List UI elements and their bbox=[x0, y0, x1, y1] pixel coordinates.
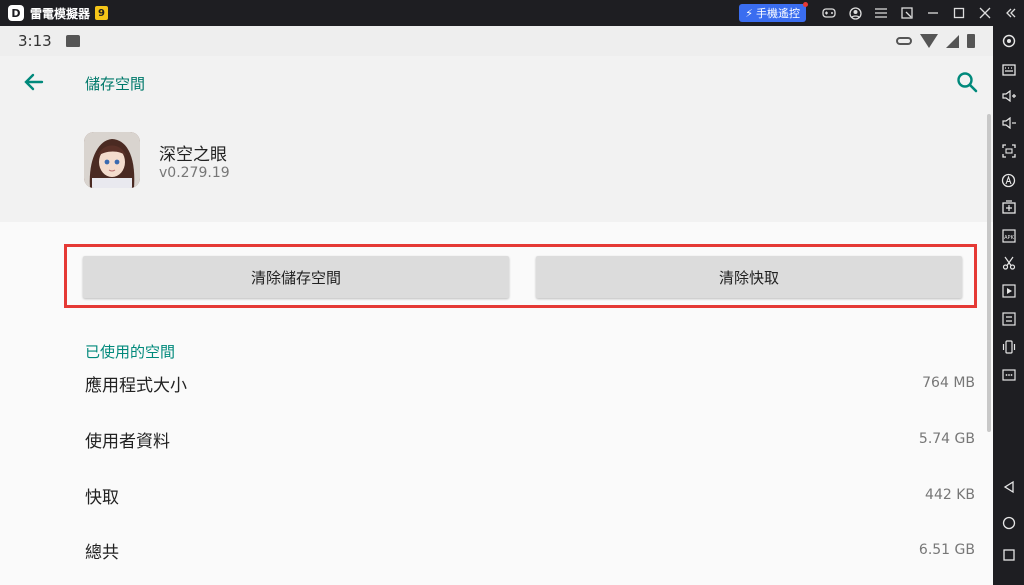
video-record-icon[interactable] bbox=[993, 280, 1024, 302]
usage-row-label: 應用程式大小 bbox=[85, 375, 187, 396]
close-icon[interactable] bbox=[972, 0, 998, 26]
clear-cache-button[interactable]: 清除快取 bbox=[536, 256, 962, 298]
clear-storage-button[interactable]: 清除儲存空間 bbox=[83, 256, 509, 298]
volume-down-icon[interactable] bbox=[993, 112, 1024, 134]
minimize-icon[interactable] bbox=[920, 0, 946, 26]
battery-icon bbox=[967, 34, 975, 48]
usage-row-value: 5.74 GB bbox=[918, 431, 975, 447]
usage-row-value: 442 KB bbox=[925, 487, 975, 503]
auto-script-icon[interactable] bbox=[993, 169, 1024, 191]
more-icon[interactable] bbox=[993, 364, 1024, 386]
menu-icon[interactable] bbox=[868, 0, 894, 26]
vpn-key-icon bbox=[896, 37, 912, 45]
emulator-title: 雷電模擬器 bbox=[30, 6, 91, 21]
usage-row-label: 總共 bbox=[85, 542, 119, 563]
search-icon[interactable] bbox=[955, 70, 979, 94]
notification-dot bbox=[803, 2, 808, 7]
app-bar: 儲存空間 bbox=[0, 56, 993, 110]
usage-row-label: 使用者資料 bbox=[85, 431, 170, 452]
window-mode-icon[interactable] bbox=[894, 0, 920, 26]
volume-up-icon[interactable] bbox=[993, 85, 1024, 107]
nav-recents-icon[interactable] bbox=[993, 544, 1024, 566]
phone-remote-button[interactable]: ⚡ 手機遙控 bbox=[739, 2, 808, 22]
add-app-icon[interactable] bbox=[993, 196, 1024, 218]
version-badge: 9 bbox=[95, 6, 109, 20]
android-screen: 3:13 儲存空間 深空之眼 v0.279.19 清除儲存空間 清除快取 已使用… bbox=[0, 26, 993, 585]
maximize-icon[interactable] bbox=[946, 0, 972, 26]
svg-text:APK: APK bbox=[1004, 235, 1014, 241]
gamepad-icon[interactable] bbox=[816, 0, 842, 26]
usage-section-title: 已使用的空間 bbox=[85, 343, 176, 361]
app-header: 深空之眼 v0.279.19 bbox=[0, 110, 993, 222]
sync-operations-icon[interactable] bbox=[993, 308, 1024, 330]
list-item: 總共 6.51 GB bbox=[85, 535, 975, 565]
keyboard-icon[interactable] bbox=[993, 59, 1024, 81]
wifi-icon bbox=[920, 34, 938, 48]
usage-row-value: 764 MB bbox=[922, 375, 975, 391]
list-item: 應用程式大小 764 MB bbox=[85, 368, 975, 398]
status-bar: 3:13 bbox=[0, 26, 993, 56]
settings-gear-icon[interactable] bbox=[993, 30, 1024, 52]
signal-icon bbox=[946, 34, 959, 48]
ldplayer-logo-icon: D bbox=[8, 5, 24, 21]
lightning-icon: ⚡ bbox=[745, 6, 753, 20]
phone-remote-label: 手機遙控 bbox=[756, 7, 800, 20]
app-name: 深空之眼 bbox=[159, 145, 227, 165]
emulator-titlebar: D 雷電模擬器 9 ⚡ 手機遙控 bbox=[0, 0, 1024, 26]
emulator-toolbar: APK bbox=[993, 26, 1024, 585]
shake-icon[interactable] bbox=[993, 336, 1024, 358]
list-item: 使用者資料 5.74 GB bbox=[85, 424, 975, 454]
scissors-icon[interactable] bbox=[993, 252, 1024, 274]
collapse-sidebar-icon[interactable] bbox=[998, 0, 1024, 26]
scrollbar[interactable] bbox=[987, 114, 991, 432]
app-icon bbox=[84, 132, 140, 188]
status-time: 3:13 bbox=[18, 32, 52, 50]
app-version: v0.279.19 bbox=[159, 165, 230, 181]
usage-row-value: 6.51 GB bbox=[918, 542, 975, 558]
list-item: 快取 442 KB bbox=[85, 480, 975, 510]
nav-back-icon[interactable] bbox=[993, 476, 1024, 498]
screenshot-icon[interactable] bbox=[993, 140, 1024, 162]
android-notification-icon bbox=[65, 35, 80, 47]
page-title: 儲存空間 bbox=[85, 75, 146, 93]
apk-install-icon[interactable]: APK bbox=[993, 225, 1024, 247]
account-icon[interactable] bbox=[842, 0, 868, 26]
back-arrow-icon[interactable] bbox=[22, 70, 48, 96]
nav-home-icon[interactable] bbox=[993, 512, 1024, 534]
usage-row-label: 快取 bbox=[85, 487, 119, 508]
